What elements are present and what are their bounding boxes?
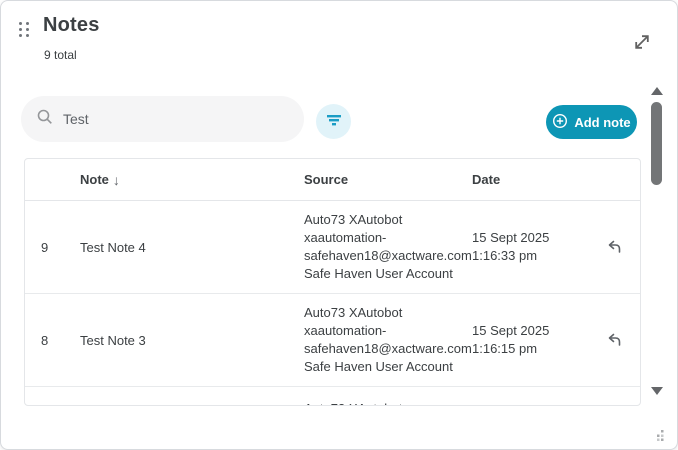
plus-circle-icon <box>552 113 568 132</box>
table-body: 9 Test Note 4 Auto73 XAutobotxaautomatio… <box>25 201 640 387</box>
page-title: Notes <box>43 14 100 37</box>
add-note-button[interactable]: Add note <box>546 105 637 139</box>
scroll-up-icon[interactable] <box>651 87 663 95</box>
header-date: Date <box>472 172 590 187</box>
row-date: 15 Sept 20251:16:33 pm <box>472 229 590 265</box>
expand-icon[interactable] <box>631 31 653 53</box>
undo-button[interactable] <box>600 232 630 262</box>
filter-icon <box>325 113 343 130</box>
row-note: Test Note 4 <box>80 240 304 255</box>
header-source: Source <box>304 172 472 187</box>
search-box <box>21 96 304 142</box>
row-source: Auto73 XAutobotxaautomation-safehaven18@… <box>304 304 472 376</box>
search-icon <box>36 108 54 131</box>
undo-arrow-icon <box>604 328 626 353</box>
partial-source-cell: Auto73 XAutobot <box>304 387 472 405</box>
filter-button[interactable] <box>316 104 351 139</box>
search-input[interactable] <box>63 111 283 127</box>
resize-grip-icon[interactable] <box>652 428 665 446</box>
table-row[interactable]: 9 Test Note 4 Auto73 XAutobotxaautomatio… <box>25 201 640 294</box>
row-id: 9 <box>25 240 80 255</box>
row-source: Auto73 XAutobotxaautomation-safehaven18@… <box>304 211 472 283</box>
undo-button[interactable] <box>600 325 630 355</box>
header-note[interactable]: Note ↓ <box>80 172 304 188</box>
notes-table: Note ↓ Source Date 9 Test Note 4 Auto73 … <box>24 158 641 406</box>
notes-card: Notes 9 total <box>0 0 678 450</box>
table-row[interactable]: 8 Test Note 3 Auto73 XAutobotxaautomatio… <box>25 294 640 387</box>
row-note: Test Note 3 <box>80 333 304 348</box>
vertical-scrollbar <box>649 85 665 397</box>
table-row-partial: Auto73 XAutobot <box>25 387 640 405</box>
sort-desc-icon[interactable]: ↓ <box>113 172 120 188</box>
add-note-label: Add note <box>574 115 630 130</box>
table-header-row: Note ↓ Source Date <box>25 159 640 201</box>
scrollbar-thumb[interactable] <box>651 102 662 185</box>
row-id: 8 <box>25 333 80 348</box>
total-count: 9 total <box>44 48 77 62</box>
scroll-down-icon[interactable] <box>651 387 663 395</box>
row-date: 15 Sept 20251:16:15 pm <box>472 322 590 358</box>
drag-handle-icon[interactable] <box>19 22 32 41</box>
undo-arrow-icon <box>604 235 626 260</box>
